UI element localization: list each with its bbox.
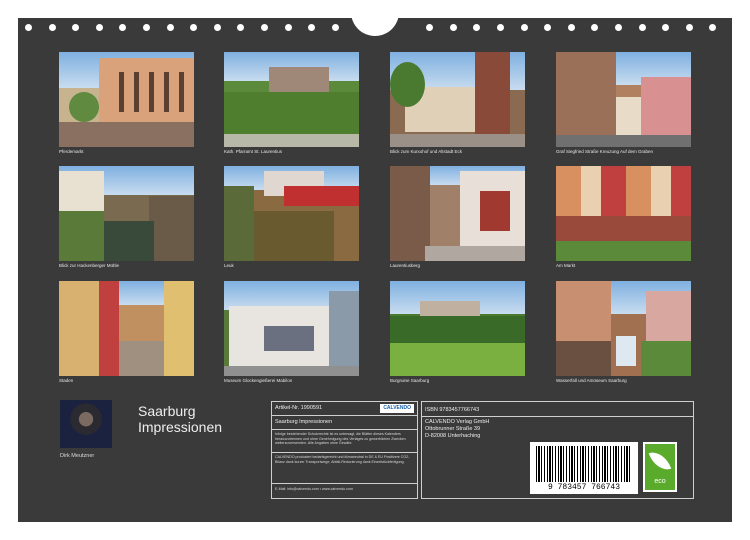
product-title-row: Saarburg Impressionen xyxy=(272,416,417,430)
binding-hole xyxy=(662,24,670,31)
photo-museum-glockengiesserei xyxy=(224,281,359,376)
eco-badge: eco xyxy=(643,442,677,492)
binding-hole xyxy=(119,24,127,31)
caption: Burgruine Saarburg xyxy=(390,378,430,383)
caption: Pferdemarkt xyxy=(59,149,84,154)
calvendo-logo: CALVENDO xyxy=(380,404,414,413)
binding-hole xyxy=(95,24,103,31)
caption: Staden xyxy=(59,378,74,383)
article-number: Artikel-Nr. 1990591 xyxy=(275,405,323,411)
isbn: ISBN 9783457766743 xyxy=(425,407,480,413)
binding-hole xyxy=(166,24,174,31)
binding-hole xyxy=(497,24,504,31)
caption: Blick zur Hackenberger Mühle xyxy=(59,263,120,268)
binding-hole xyxy=(25,24,32,31)
barcode-bars xyxy=(536,446,632,482)
binding-hole xyxy=(685,24,693,31)
contact-text: E-Mail: info@calvendo.com • www.calvendo… xyxy=(275,487,353,491)
publisher-name: CALVENDO Verlag GmbH xyxy=(425,419,490,425)
photo-hackenberger-muehle xyxy=(59,166,194,261)
publisher-city: D-82008 Unterhaching xyxy=(425,433,481,439)
binding-hole xyxy=(261,24,268,31)
binding-hole xyxy=(591,24,599,31)
binding-hole xyxy=(520,24,528,31)
calendar-title: Saarburg Impressionen xyxy=(138,403,222,435)
binding-hole xyxy=(143,24,150,31)
caption: Wasserfall und Amüseum Saarburg xyxy=(556,378,627,383)
binding-hole xyxy=(638,24,646,31)
publisher-street: Ottobrunner Straße 39 xyxy=(425,426,481,432)
binding-hole xyxy=(48,24,56,31)
eco-label: eco xyxy=(654,478,666,485)
barcode: 9 783457 766743 xyxy=(530,442,638,494)
caption: Laurentiusberg xyxy=(390,263,421,268)
caption: Kath. Pfarramt St. Laurentius xyxy=(224,149,283,154)
photo-staden xyxy=(59,281,194,376)
binding-hole xyxy=(237,24,245,31)
binding-hole xyxy=(709,24,717,31)
binding-hole xyxy=(284,24,292,31)
photo-pferdemarkt xyxy=(59,52,194,147)
eco-row: CALVENDO produziert bedarfsgerecht und k… xyxy=(272,453,417,484)
binding-hole xyxy=(331,24,339,31)
title-line-1: Saarburg xyxy=(138,403,196,419)
binding-hole xyxy=(473,24,481,31)
binding-hole xyxy=(190,24,198,31)
photo-wasserfall-amueseum xyxy=(556,281,691,376)
info-box: Artikel-Nr. 1990591 CALVENDO Saarburg Im… xyxy=(271,401,418,499)
photo-kurxohof xyxy=(390,52,525,147)
photo-graf-siegfried-strasse xyxy=(556,52,691,147)
binding-hole xyxy=(213,24,221,31)
binding-hole xyxy=(308,24,316,31)
photo-st-laurentius xyxy=(224,52,359,147)
caption: Blick zum Kurxohof und Altstadt Eck xyxy=(390,149,463,154)
article-row: Artikel-Nr. 1990591 CALVENDO xyxy=(272,402,417,416)
photo-laurentiusberg xyxy=(390,166,525,261)
binding-hole xyxy=(615,24,622,31)
product-title: Saarburg Impressionen xyxy=(275,419,333,425)
legal-row: Infolge bestehender Schutzrechte ist es … xyxy=(272,430,417,453)
binding-hole xyxy=(544,24,552,31)
publisher-address: CALVENDO Verlag GmbH Ottobrunner Straße … xyxy=(425,419,489,440)
caption: Graf Siegfried Straße Kreuzung Auf dem G… xyxy=(556,149,654,154)
title-line-2: Impressionen xyxy=(138,419,223,435)
barcode-digits: 9 783457 766743 xyxy=(547,483,620,492)
caption: Am Markt xyxy=(556,263,576,268)
photo-burgruine-saarburg xyxy=(390,281,525,376)
caption: Leuk xyxy=(224,263,234,268)
legal-text: Infolge bestehender Schutzrechte ist es … xyxy=(275,432,406,446)
author-name: Dirk Meutzner xyxy=(60,453,95,459)
photo-leuk xyxy=(224,166,359,261)
photo-am-markt xyxy=(556,166,691,261)
binding-hole xyxy=(567,24,575,31)
caption: Museum Glockengießerei Mabilon xyxy=(224,378,293,383)
binding-hole xyxy=(449,24,457,31)
eco-text: CALVENDO produziert bedarfsgerecht und k… xyxy=(275,455,410,464)
binding-hole xyxy=(426,24,434,31)
binding-hole xyxy=(72,24,80,31)
author-photo xyxy=(60,400,112,448)
